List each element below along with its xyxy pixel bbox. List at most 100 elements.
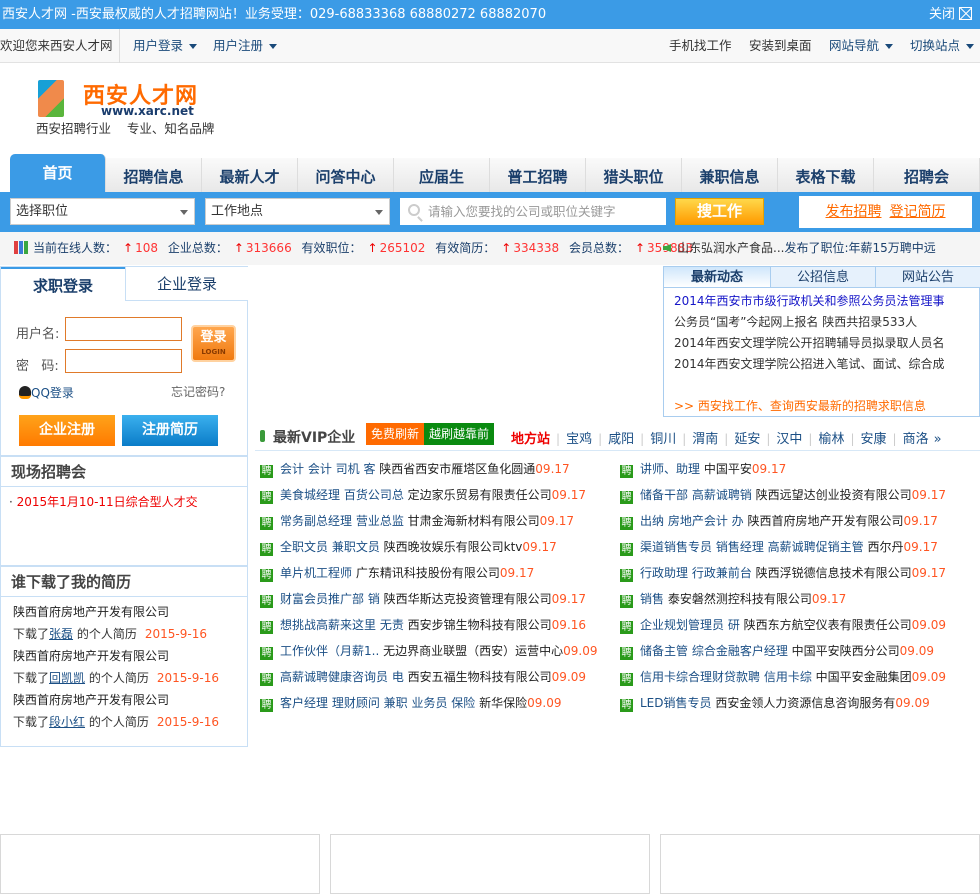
- city-link[interactable]: 榆林: [818, 432, 844, 447]
- candidate-link[interactable]: 段小红: [49, 715, 85, 729]
- job-title-link[interactable]: 企业规划管理员 研: [640, 618, 740, 632]
- nav-tab-graduates[interactable]: 应届生: [394, 158, 490, 192]
- company-link[interactable]: 西尔丹: [867, 540, 903, 554]
- candidate-link[interactable]: 回凯凯: [49, 671, 85, 685]
- job-title-link[interactable]: 高薪诚聘健康咨询员 电: [280, 670, 404, 684]
- download-company[interactable]: 陕西首府房地产开发有限公司: [13, 645, 247, 667]
- user-register-menu[interactable]: 用户注册: [213, 29, 278, 63]
- company-link[interactable]: 陕西华斯达克投资管理有限公司: [384, 592, 552, 606]
- job-title-link[interactable]: 渠道销售专员 销售经理 高薪诚聘促销主管: [640, 540, 864, 554]
- city-link[interactable]: 延安: [734, 432, 760, 447]
- company-link[interactable]: 广东精讯科技股份有限公司: [356, 566, 500, 580]
- city-link[interactable]: 安康: [861, 432, 887, 447]
- password-input[interactable]: [65, 349, 182, 373]
- nav-tab-forms[interactable]: 表格下载: [778, 158, 874, 192]
- job-title-link[interactable]: 财富会员推广部 销: [280, 592, 380, 606]
- nav-tab-headhunting[interactable]: 猎头职位: [586, 158, 682, 192]
- keyword-search-input[interactable]: 请输入您要找的公司或职位关键字: [400, 198, 666, 225]
- register-resume-link[interactable]: 登记简历: [890, 204, 946, 220]
- job-title-link[interactable]: 全职文员 兼职文员: [280, 540, 380, 554]
- tab-company-login[interactable]: 企业登录: [125, 267, 248, 301]
- company-link[interactable]: 泰安磐然测控科技有限公司: [668, 592, 812, 606]
- post-job-link[interactable]: 发布招聘: [826, 204, 882, 220]
- company-link[interactable]: 甘肃金海新材料有限公司: [408, 514, 540, 528]
- forgot-password-link[interactable]: 忘记密码?: [171, 383, 225, 400]
- company-link[interactable]: 西安金领人力资源信息咨询服务有: [715, 696, 895, 710]
- ad-slot[interactable]: [660, 834, 980, 894]
- more-cities-icon[interactable]: »: [934, 432, 942, 447]
- nav-tab-home[interactable]: 首页: [10, 154, 106, 192]
- city-link[interactable]: 渭南: [692, 432, 718, 447]
- nav-tab-part-time[interactable]: 兼职信息: [682, 158, 778, 192]
- job-title-link[interactable]: 信用卡综合理财贷款聘 信用卡综: [640, 670, 812, 684]
- free-refresh-badge[interactable]: 免费刷新: [366, 423, 425, 445]
- nav-tab-jobs[interactable]: 招聘信息: [106, 158, 202, 192]
- city-link[interactable]: 咸阳: [608, 432, 634, 447]
- download-company[interactable]: 陕西首府房地产开发有限公司: [13, 689, 247, 711]
- job-title-link[interactable]: 储备主管 综合金融客户经理: [640, 644, 788, 658]
- company-link[interactable]: 陕西浮锐德信息技术有限公司: [756, 566, 912, 580]
- company-link[interactable]: 陕西首府房地产开发有限公司: [747, 514, 903, 528]
- company-link[interactable]: 陕西远望达创业投资有限公司: [756, 488, 912, 502]
- resume-register-button[interactable]: 注册简历: [122, 415, 218, 446]
- company-link[interactable]: 中国平安: [704, 462, 752, 476]
- nav-tab-qa[interactable]: 问答中心: [298, 158, 394, 192]
- city-link[interactable]: 宝鸡: [566, 432, 592, 447]
- job-title-link[interactable]: 工作伙伴（月薪1..: [280, 644, 379, 658]
- company-link[interactable]: 陕西东方航空仪表有限责任公司: [744, 618, 912, 632]
- job-title-link[interactable]: 想挑战高薪来这里 无责: [280, 618, 404, 632]
- company-register-button[interactable]: 企业注册: [19, 415, 115, 446]
- location-select[interactable]: 工作地点: [205, 198, 390, 225]
- job-title-link[interactable]: 会计 会计 司机 客: [280, 462, 375, 476]
- job-title-link[interactable]: 储备干部 高薪诚聘销: [640, 488, 752, 502]
- company-link[interactable]: 新华保险: [479, 696, 527, 710]
- tab-latest-news[interactable]: 最新动态: [664, 267, 770, 288]
- nav-tab-general-workers[interactable]: 普工招聘: [490, 158, 586, 192]
- mobile-job-link[interactable]: 手机找工作: [669, 29, 732, 63]
- city-link[interactable]: 商洛: [903, 432, 929, 447]
- news-more-link[interactable]: >> 西安找工作、查询西安最新的招聘求职信息: [674, 397, 926, 414]
- nav-tab-talent[interactable]: 最新人才: [202, 158, 298, 192]
- job-title-link[interactable]: 行政助理 行政兼前台: [640, 566, 752, 580]
- username-input[interactable]: [65, 317, 182, 341]
- job-title-link[interactable]: 讲师、助理: [640, 462, 700, 476]
- job-title-link[interactable]: 销售: [640, 592, 664, 606]
- company-link[interactable]: 西安五福生物科技有限公司: [408, 670, 552, 684]
- position-select[interactable]: 选择职位: [10, 198, 195, 225]
- nav-tab-job-fairs[interactable]: 招聘会: [874, 158, 980, 192]
- job-title-link[interactable]: 客户经理 理财顾问 兼职 业务员 保险: [280, 696, 475, 710]
- job-ticker[interactable]: 山东弘润水产食品...发布了职位:年薪15万聘中远: [663, 232, 936, 264]
- job-fair-item[interactable]: · 2015年1月10-11日综合型人才交: [1, 487, 247, 510]
- job-title-link[interactable]: LED销售专员: [640, 696, 712, 710]
- ad-slot[interactable]: [330, 834, 650, 894]
- city-link[interactable]: 汉中: [776, 432, 802, 447]
- candidate-link[interactable]: 张磊: [49, 627, 73, 641]
- ad-slot[interactable]: [0, 834, 320, 894]
- tab-site-announcements[interactable]: 网站公告: [875, 267, 980, 288]
- company-link[interactable]: 陕西省西安市雁塔区鱼化圆通: [379, 462, 535, 476]
- switch-site-menu[interactable]: 切换站点: [910, 29, 975, 63]
- city-link[interactable]: 铜川: [650, 432, 676, 447]
- news-item[interactable]: 公务员“国考”今起网上报名 陕西共招录533人: [674, 313, 917, 330]
- job-title-link[interactable]: 出纳 房地产会计 办: [640, 514, 744, 528]
- company-link[interactable]: 无边界商业联盟（西安）运营中心: [383, 644, 563, 658]
- company-link[interactable]: 定边家乐贸易有限责任公司: [408, 488, 552, 502]
- close-banner-button[interactable]: 关闭: [929, 0, 972, 29]
- user-login-menu[interactable]: 用户登录: [133, 29, 198, 63]
- search-jobs-button[interactable]: 搜工作: [675, 198, 764, 225]
- news-item[interactable]: 2014年西安文理学院公招进入笔试、面试、综合成: [674, 355, 945, 372]
- company-link[interactable]: 陕西晚妆娱乐有限公司ktv: [384, 540, 523, 554]
- job-title-link[interactable]: 常务副总经理 营业总监: [280, 514, 404, 528]
- refresh-more-badge[interactable]: 越刷越靠前: [424, 423, 495, 445]
- site-nav-menu[interactable]: 网站导航: [829, 29, 894, 63]
- install-desktop-link[interactable]: 安装到桌面: [749, 29, 812, 63]
- news-item[interactable]: 2014年西安文理学院公开招聘辅导员拟录取人员名: [674, 334, 945, 351]
- login-button[interactable]: 登录 LOGIN: [191, 325, 236, 362]
- company-link[interactable]: 中国平安陕西分公司: [792, 644, 900, 658]
- qq-login-link[interactable]: QQ登录: [19, 384, 74, 401]
- tab-public-recruitment[interactable]: 公招信息: [770, 267, 875, 288]
- job-title-link[interactable]: 单片机工程师: [280, 566, 352, 580]
- job-title-link[interactable]: 美食城经理 百货公司总: [280, 488, 404, 502]
- tab-jobseeker-login[interactable]: 求职登录: [1, 267, 125, 301]
- news-item[interactable]: 2014年西安市市级行政机关和参照公务员法管理事: [674, 292, 945, 309]
